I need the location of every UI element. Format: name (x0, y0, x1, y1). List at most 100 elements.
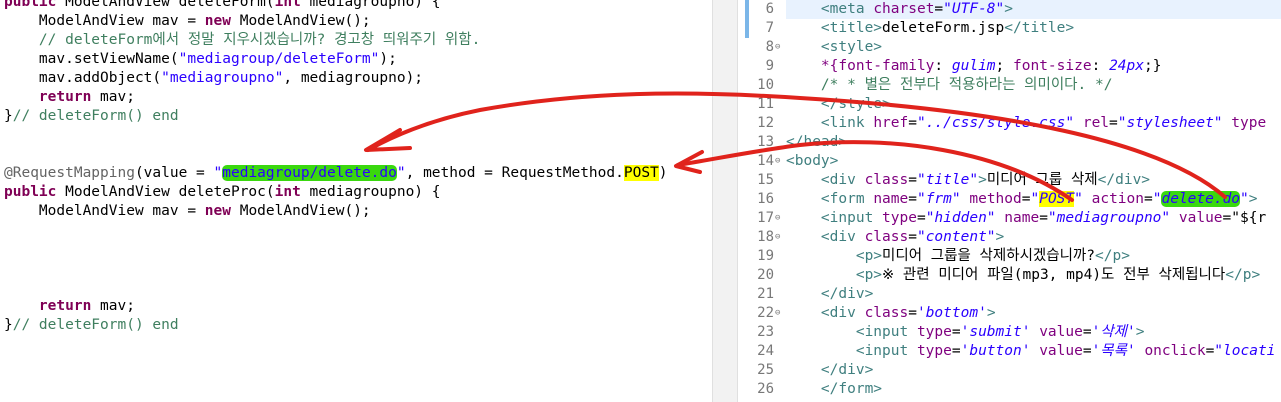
left-code-line[interactable]: @RequestMapping(value = "mediagroup/dele… (4, 164, 668, 183)
line-number: 11 (757, 96, 774, 112)
code-token: = (908, 115, 917, 131)
code-token: name (1004, 210, 1040, 226)
code-token: = (951, 324, 961, 340)
line-number: 9 (765, 58, 774, 74)
code-token: 24px (1109, 58, 1144, 74)
right-code-line[interactable]: <meta charset="UTF-8"> (786, 0, 1013, 19)
right-code-line[interactable]: <title>deleteForm.jsp</title> (786, 19, 1074, 38)
right-code-line[interactable]: <input type='button' value='목록' onclick=… (786, 342, 1276, 361)
code-token: mav; (100, 89, 135, 105)
code-token: , method = RequestMethod. (405, 165, 624, 181)
right-code-line[interactable]: </head> (786, 133, 847, 152)
fold-toggle-icon[interactable]: ⊖ (775, 152, 780, 171)
jsp-editor-pane[interactable]: 6 7 8 ⊖ 9 10 11 12 13 14 ⊖ 15 16 17 ⊖ 18 ⊖ 19 20 21 22 ⊖ 23 24 2… (738, 0, 1281, 402)
code-token: = (1109, 115, 1118, 131)
right-code-line[interactable]: </div> (786, 285, 873, 304)
code-token: <form (820, 191, 874, 207)
left-code-line[interactable]: ModelAndView mav = new ModelAndView(); (4, 12, 371, 31)
code-token: " (1240, 191, 1249, 207)
code-token: "mediagroupno" (1047, 210, 1171, 226)
code-token: } (4, 108, 13, 124)
code-token: <div (820, 172, 865, 188)
left-code-line[interactable]: public ModelAndView deleteProc(int media… (4, 183, 441, 202)
code-token: action (1091, 191, 1144, 207)
right-code-line[interactable]: /* * 별은 전부다 적용하라는 의미이다. */ (786, 76, 1113, 95)
right-code-line[interactable]: *{font-family: gulim; font-size: 24px;} (786, 57, 1162, 76)
fold-toggle-icon[interactable]: ⊖ (775, 38, 780, 57)
code-token: = (1082, 324, 1092, 340)
code-token: font-size (1013, 58, 1092, 74)
left-code-line[interactable]: return mav; (4, 88, 135, 107)
code-token: charset (873, 1, 935, 17)
code-token: " (1074, 191, 1083, 207)
right-code-line[interactable]: <p>미디어 그룹을 삭제하시겠습니까?</p> (786, 247, 1130, 266)
right-code-line[interactable]: <link href="../css/style.css" rel="style… (786, 114, 1266, 133)
code-token: = (1082, 343, 1092, 359)
code-token: <div (820, 229, 865, 245)
right-code-line[interactable]: <div class="content"> (786, 228, 1004, 247)
right-code-line[interactable]: <input type='submit' value='삭제'> (786, 323, 1145, 342)
code-token: new (204, 13, 240, 29)
code-token: mav; (100, 298, 135, 314)
code-token: ;} (1143, 58, 1162, 74)
code-token: // deleteForm에서 정말 지우시겠습니까? 경고창 띄워주기 위함. (4, 32, 481, 48)
code-token: value (1178, 210, 1223, 226)
right-code-line[interactable]: </form> (786, 380, 882, 399)
right-code-line[interactable]: <style> (786, 38, 882, 57)
right-code-line[interactable]: <p>※ 관련 미디어 파일(mp3, mp4)도 전부 삭제됩니다</p> (786, 266, 1260, 285)
code-token: : (1091, 58, 1110, 74)
code-token: ModelAndView(); (239, 203, 371, 219)
code-token: deleteForm.jsp (882, 20, 1005, 36)
code-token: <p> (855, 267, 883, 283)
code-token: } (4, 317, 13, 333)
code-token: "../css/style.css" (916, 115, 1075, 131)
left-code-line[interactable]: }// deleteForm() end (4, 316, 179, 335)
fold-toggle-icon[interactable]: ⊖ (775, 304, 780, 323)
right-code-line[interactable]: <div class="title">미디어 그룹 삭제</div> (786, 171, 1150, 190)
right-code-line[interactable]: <form name="frm" method="POST" action="d… (786, 190, 1258, 209)
left-code-line[interactable]: mav.setViewName("mediagroup/deleteForm")… (4, 50, 397, 69)
code-token: = (1039, 210, 1048, 226)
right-code-line[interactable]: <div class='bottom'> (786, 304, 996, 323)
code-token: <style> (820, 39, 883, 55)
right-code-line[interactable]: <body> (786, 152, 838, 171)
fold-toggle-icon[interactable]: ⊖ (775, 209, 780, 228)
code-token: ModelAndView(); (239, 13, 371, 29)
code-token: > (986, 305, 996, 321)
code-token: "stylesheet" (1117, 115, 1223, 131)
code-token: 'submit' (960, 324, 1031, 340)
code-token: int (274, 0, 310, 10)
code-token: @RequestMapping (4, 165, 135, 181)
left-code-line[interactable]: public ModelAndView deleteForm(int media… (4, 0, 441, 12)
code-token: <div (820, 305, 865, 321)
line-number: 15 (757, 172, 774, 188)
right-code-line[interactable]: <input type="hidden" name="mediagroupno"… (786, 209, 1266, 228)
left-code-line[interactable]: return mav; (4, 297, 135, 316)
left-code-line[interactable]: ModelAndView mav = new ModelAndView(); (4, 202, 371, 221)
right-code-line[interactable]: </style> (786, 95, 891, 114)
editor-split-divider[interactable] (712, 0, 738, 402)
java-editor-pane[interactable]: public ModelAndView deleteForm(int media… (0, 0, 712, 402)
code-token: class (864, 305, 909, 321)
left-code-line[interactable]: // deleteForm에서 정말 지우시겠습니까? 경고창 띄워주기 위함. (4, 31, 480, 50)
code-token: ※ 관련 미디어 파일(mp3, mp4)도 전부 삭제됩니다 (882, 267, 1226, 283)
code-token: return (4, 298, 101, 314)
left-code-line[interactable]: mav.addObject("mediagroupno", mediagroup… (4, 69, 423, 88)
jsp-code-area[interactable]: <meta charset="UTF-8"> <title>deleteForm… (786, 0, 1281, 402)
right-code-line[interactable]: </div> (786, 361, 873, 380)
code-token: public (4, 184, 66, 200)
code-token: // deleteForm() end (12, 108, 179, 124)
fold-toggle-icon[interactable]: ⊖ (775, 228, 780, 247)
left-code-line[interactable]: }// deleteForm() end (4, 107, 179, 126)
